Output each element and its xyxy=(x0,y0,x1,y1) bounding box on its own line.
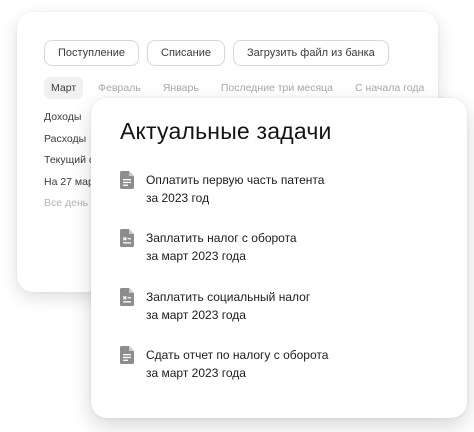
task-text: Оплатить первую часть патента за 2023 го… xyxy=(146,171,324,207)
task-text: Сдать отчет по налогу с оборота за март … xyxy=(146,346,328,382)
expense-button[interactable]: Списание xyxy=(147,40,226,66)
task-text: Заплатить социальный налог за март 2023 … xyxy=(146,288,310,324)
upload-bank-file-button[interactable]: Загрузить файл из банка xyxy=(233,40,389,66)
task-subtitle: за 2023 год xyxy=(146,191,210,205)
summary-current-label: Текущий с xyxy=(44,154,95,166)
task-subtitle: за март 2023 года xyxy=(146,366,246,380)
document-icon xyxy=(120,171,134,189)
period-tabs: Март Февраль Январь Последние три месяца… xyxy=(44,77,438,99)
tab-year-to-date[interactable]: С начала года xyxy=(348,77,431,99)
tab-march[interactable]: Март xyxy=(44,77,84,99)
action-button-row: Поступление Списание Загрузить файл из б… xyxy=(44,40,389,66)
summary-income-label: Доходы xyxy=(44,111,82,123)
card-title: Актуальные задачи xyxy=(120,118,332,144)
task-title: Оплатить первую часть патента xyxy=(146,173,325,187)
summary-list: Доходы Расходы Текущий с На 27 мар Все д… xyxy=(44,107,94,215)
task-item[interactable]: Заплатить налог с оборота за март 2023 г… xyxy=(120,229,450,265)
current-tasks-card: Актуальные задачи Оплатить первую часть … xyxy=(91,98,467,418)
tab-january[interactable]: Январь xyxy=(156,77,206,99)
task-title: Сдать отчет по налогу с оборота xyxy=(146,348,329,362)
task-title: Заплатить налог с оборота xyxy=(146,231,297,245)
summary-expenses-label: Расходы xyxy=(44,132,87,145)
tax-document-icon xyxy=(120,288,134,306)
task-text: Заплатить налог с оборота за март 2023 г… xyxy=(146,229,297,265)
document-icon xyxy=(120,346,134,364)
task-title: Заплатить социальный налог xyxy=(146,290,311,304)
summary-all-money-label: Все день xyxy=(44,197,89,209)
task-subtitle: за март 2023 года xyxy=(146,308,246,322)
task-item[interactable]: Заплатить социальный налог за март 2023 … xyxy=(120,288,450,324)
income-button[interactable]: Поступление xyxy=(44,40,140,66)
tab-last-three-months[interactable]: Последние три месяца xyxy=(214,77,340,99)
task-subtitle: за март 2023 года xyxy=(146,249,246,263)
tab-february[interactable]: Февраль xyxy=(91,77,148,99)
task-item[interactable]: Сдать отчет по налогу с оборота за март … xyxy=(120,346,450,382)
stage: Поступление Списание Загрузить файл из б… xyxy=(0,0,474,432)
tax-document-icon xyxy=(120,229,134,247)
summary-date-label: На 27 мар xyxy=(44,175,94,188)
task-item[interactable]: Оплатить первую часть патента за 2023 го… xyxy=(120,171,450,207)
